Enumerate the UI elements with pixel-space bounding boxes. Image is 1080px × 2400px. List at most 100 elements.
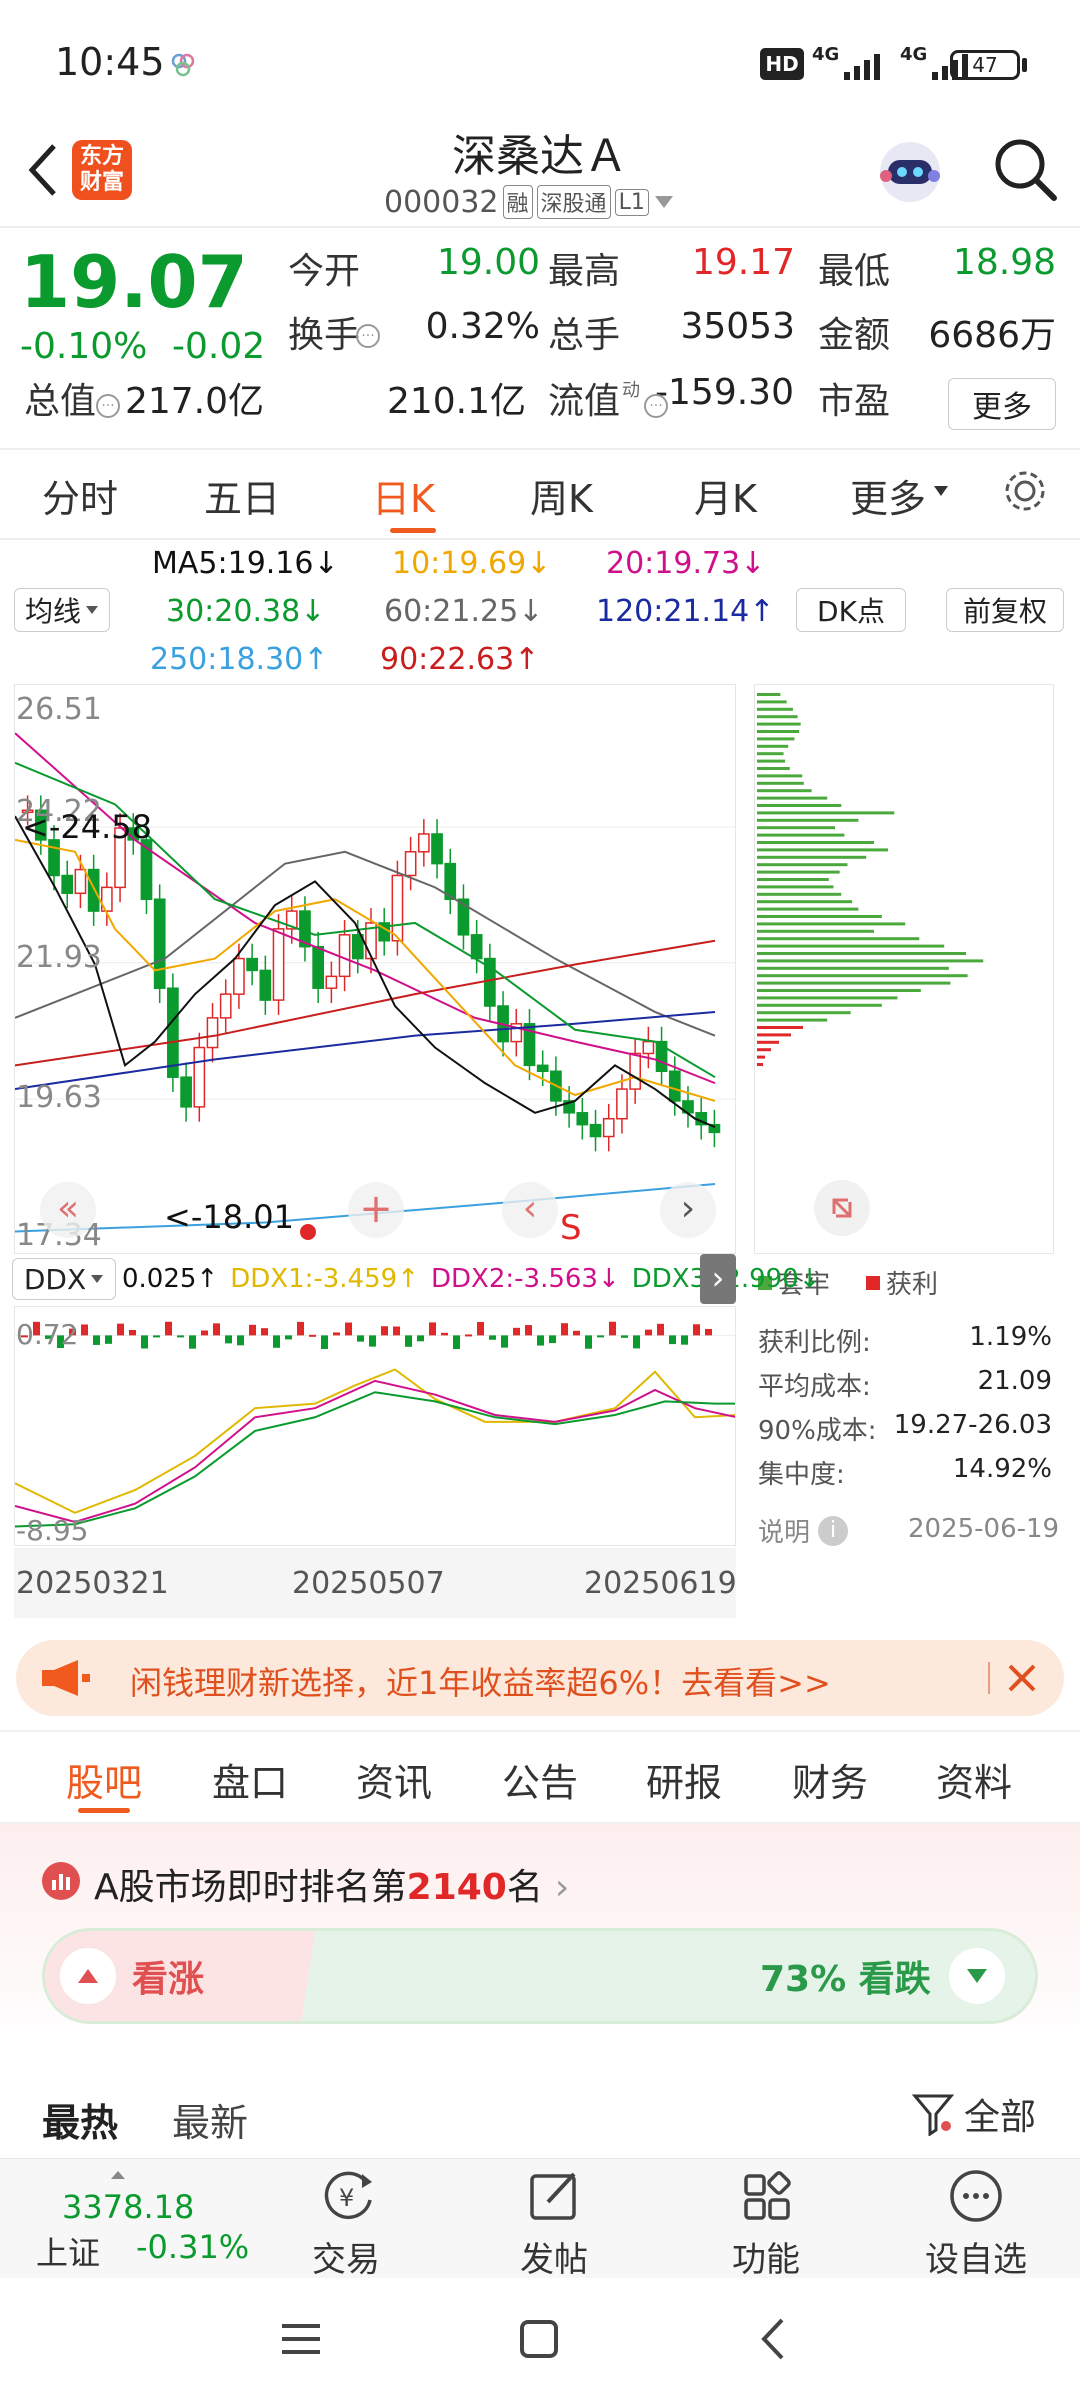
high-marker: <-24.58 — [22, 808, 152, 846]
expand-icon[interactable] — [814, 1180, 870, 1236]
ddx-bar — [321, 1335, 328, 1349]
feed-tab-hot[interactable]: 最热 — [42, 2092, 118, 2147]
scroll-left-button[interactable]: ‹ — [502, 1182, 558, 1238]
stock-code-row[interactable]: 000032 融 深股通 L1 — [384, 182, 675, 222]
index-name: 上证 — [36, 2234, 101, 2272]
info-circle-icon[interactable]: ··· — [644, 394, 668, 418]
rewind-button[interactable]: « — [40, 1182, 96, 1238]
dk-point-button[interactable]: DK点 — [796, 588, 906, 632]
notification-icon — [170, 52, 196, 78]
section-tab-5[interactable]: 财务 — [792, 1752, 868, 1807]
more-dropdown-icon — [934, 486, 948, 496]
stock-title: 深桑达Ａ — [452, 131, 628, 182]
chip-bar-hold — [757, 870, 840, 874]
candle-body — [629, 1052, 642, 1090]
chip-bar-hold — [757, 752, 784, 756]
section-tab-2[interactable]: 资讯 — [356, 1752, 432, 1807]
chart-tab-1[interactable]: 五日 — [204, 468, 280, 523]
ddx2-line — [15, 1379, 735, 1523]
feed-filter[interactable]: 全部 — [912, 2088, 1036, 2140]
section-tab-4[interactable]: 研报 — [646, 1752, 722, 1807]
nav-add-watchlist[interactable]: 设自选 — [896, 2166, 1056, 2280]
section-tab-0[interactable]: 股吧 — [66, 1752, 142, 1807]
vote-down-button[interactable]: 73% 看跌 — [760, 1948, 1005, 2004]
ranking-icon — [42, 1862, 80, 1900]
nav-trade[interactable]: ¥ 交易 — [266, 2166, 426, 2280]
nav-function[interactable]: 功能 — [686, 2166, 846, 2280]
chip-bar-hold — [757, 715, 798, 719]
ddx-bar — [489, 1335, 496, 1340]
ddx-bar — [129, 1329, 136, 1336]
ddx-expand-button[interactable]: › — [700, 1254, 736, 1304]
quote-value-8: -159.30 — [655, 372, 794, 413]
info-circle-icon[interactable]: ··· — [356, 324, 380, 348]
chip-bar-hold — [757, 767, 790, 770]
ad-text: 闲钱理财新选择，近1年收益率超6%！去看看>> — [130, 1664, 831, 1702]
ddx-item-1: DDX2:-3.563↓ — [430, 1264, 620, 1294]
scroll-right-button[interactable]: › — [660, 1182, 716, 1238]
quote-label-6: 总值 — [24, 381, 97, 422]
info-icon: i — [818, 1515, 849, 1546]
ma-value-6: 250:18.30↑ — [150, 642, 329, 677]
chip-distribution[interactable] — [754, 684, 1054, 1254]
robot-assistant-icon[interactable] — [872, 132, 948, 208]
ddx-chart[interactable] — [14, 1306, 736, 1546]
ddx-selector[interactable]: DDX — [12, 1258, 116, 1300]
up-arrow-icon — [60, 1948, 116, 2004]
chip-stat-value-3: 14.92% — [952, 1454, 1052, 1484]
vote-up-button[interactable]: 看涨 — [60, 1948, 204, 2004]
app-logo[interactable]: 东方 财富 — [72, 140, 132, 200]
ddx-bar — [117, 1323, 124, 1336]
chart-tab-0[interactable]: 分时 — [42, 468, 118, 523]
system-back-button[interactable] — [748, 2314, 798, 2364]
index-widget[interactable]: 3378.18 上证 -0.31% — [20, 2170, 250, 2272]
candle-body — [431, 833, 443, 865]
zoom-in-button[interactable]: + — [348, 1182, 404, 1238]
price-adjust-button[interactable]: 前复权 — [946, 588, 1064, 632]
search-icon[interactable] — [990, 134, 1060, 204]
candle-body — [338, 934, 351, 978]
candle-body — [602, 1117, 615, 1138]
candle-body — [470, 934, 483, 960]
candle-body — [642, 1040, 655, 1055]
chip-stat-label-1: 平均成本: — [758, 1372, 871, 1402]
section-tab-1[interactable]: 盘口 — [212, 1752, 288, 1807]
chip-bar-hold — [757, 781, 804, 785]
chart-tab-3[interactable]: 周K — [530, 468, 593, 523]
candle-body — [325, 975, 338, 989]
chip-bar-hold — [757, 774, 803, 778]
quote-label-7: 流值 — [548, 381, 621, 422]
quote-value-5: 6686万 — [928, 315, 1056, 356]
quote-value-7: 210.1亿 — [386, 381, 526, 422]
ma-value-7: 90:22.63↑ — [380, 642, 540, 677]
feed-tab-new[interactable]: 最新 — [172, 2092, 248, 2147]
ma-selector[interactable]: 均线 — [14, 588, 110, 632]
system-menu-button[interactable] — [276, 2314, 326, 2364]
ad-close-icon[interactable] — [1000, 1656, 1044, 1700]
last-price: 19.07 — [20, 240, 248, 324]
chip-bar-hold — [757, 826, 835, 830]
chip-bar-hold — [757, 966, 949, 970]
section-tab-6[interactable]: 资料 — [936, 1752, 1012, 1807]
quote-value-1: 19.17 — [691, 242, 795, 283]
ddx-bar — [573, 1330, 580, 1336]
info-circle-icon[interactable]: ··· — [96, 394, 120, 418]
kline-chart[interactable] — [14, 684, 736, 1254]
system-home-button[interactable] — [514, 2314, 564, 2364]
chart-tab-5[interactable]: 更多 — [850, 468, 926, 523]
ad-banner[interactable]: 闲钱理财新选择，近1年收益率超6%！去看看>> — [16, 1640, 1064, 1716]
back-button[interactable] — [18, 140, 68, 200]
chip-note[interactable]: 说明 i — [758, 1512, 849, 1549]
section-tab-3[interactable]: 公告 — [502, 1752, 578, 1807]
chart-tab-4[interactable]: 月K — [694, 468, 757, 523]
tag-connect: 深股通 — [536, 185, 611, 219]
chip-bar-hold — [757, 974, 968, 978]
ddx-bar — [369, 1335, 376, 1347]
settings-icon[interactable] — [1000, 466, 1050, 516]
chart-tab-2[interactable]: 日K — [372, 468, 435, 523]
more-quote-button[interactable]: 更多 — [948, 378, 1056, 430]
active-tab-underline — [390, 528, 436, 533]
market-ranking[interactable]: A股市场即时排名第2140名 › — [94, 1858, 569, 1910]
chip-bar-profit — [757, 1040, 779, 1044]
nav-post[interactable]: 发帖 — [474, 2166, 634, 2280]
